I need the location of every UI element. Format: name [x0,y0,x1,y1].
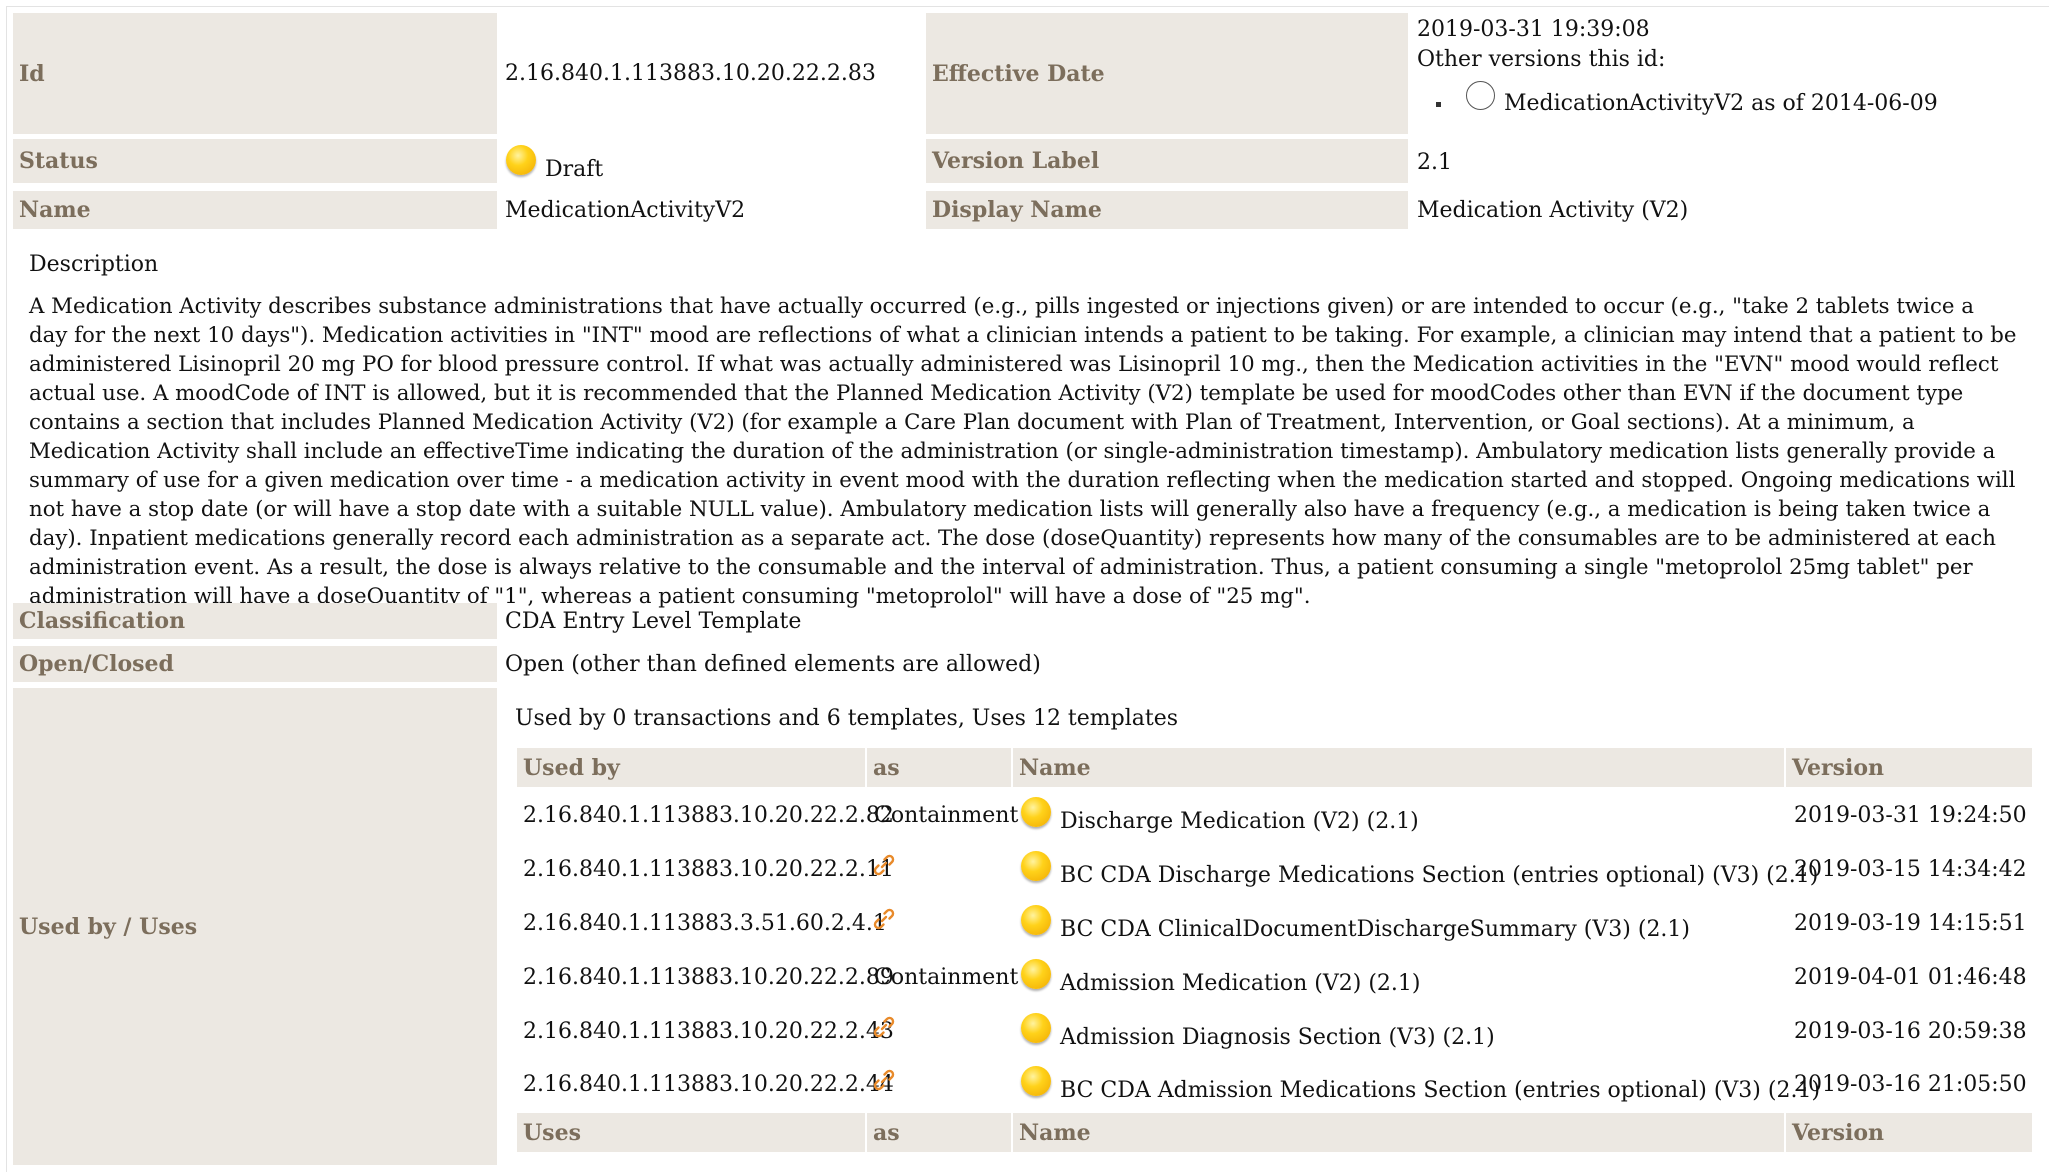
table-row-name-link[interactable]: BC CDA Admission Medications Section (en… [1060,1078,1820,1103]
uses-header-as: as [867,1113,1011,1152]
draft-status-icon [1021,1066,1051,1096]
description-heading: Description [29,252,159,277]
version-label-label: Version Label [926,139,1408,183]
table-row-id: 2.16.840.1.113883.10.20.22.2.89 [523,965,894,990]
classification-value: CDA Entry Level Template [505,609,802,634]
draft-status-icon [1021,851,1051,881]
link-icon[interactable] [872,853,896,877]
draft-status-icon [1021,905,1051,935]
open-closed-label: Open/Closed [13,646,497,682]
used-by-header-id: Used by [517,748,865,787]
other-version-link[interactable]: MedicationActivityV2 as of 2014-06-09 [1504,91,1938,116]
uses-header-name: Name [1013,1113,1784,1152]
draft-status-icon [1021,959,1051,989]
table-row-name-link[interactable]: Discharge Medication (V2) (2.1) [1060,809,1419,834]
description-text: A Medication Activity describes substanc… [29,294,2017,609]
table-row-id: 2.16.840.1.113883.10.20.22.2.43 [523,1019,894,1044]
used-by-uses-label: Used by / Uses [13,688,497,1165]
status-circle-icon [1466,81,1495,110]
used-by-summary: Used by 0 transactions and 6 templates, … [515,706,1179,731]
other-versions-label: Other versions this id: [1417,47,1666,72]
table-row-id: 2.16.840.1.113883.10.20.22.2.82 [523,803,894,828]
table-row-version: 2019-03-16 20:59:38 [1794,1019,2027,1044]
effective-date-label: Effective Date [926,13,1408,134]
version-label-value: 2.1 [1417,150,1452,175]
table-row-version: 2019-03-31 19:24:50 [1794,803,2027,828]
status-label: Status [13,139,497,183]
used-by-header-name: Name [1013,748,1784,787]
table-row-id: 2.16.840.1.113883.10.20.22.2.44 [523,1072,894,1097]
other-version-bullet [1436,102,1441,107]
display-name-value: Medication Activity (V2) [1417,198,1689,223]
link-icon[interactable] [872,1015,896,1039]
uses-header-version: Version [1786,1113,2032,1152]
draft-status-icon [1021,1013,1051,1043]
table-row-version: 2019-03-19 14:15:51 [1794,911,2027,936]
link-icon[interactable] [872,1068,896,1092]
table-row-name-link[interactable]: Admission Medication (V2) (2.1) [1060,971,1420,996]
table-row-name-link[interactable]: BC CDA ClinicalDocumentDischargeSummary … [1060,917,1690,942]
table-row-version: 2019-04-01 01:46:48 [1794,965,2027,990]
table-row-name-link[interactable]: BC CDA Discharge Medications Section (en… [1060,863,1818,888]
uses-header-id: Uses [517,1113,865,1152]
id-label: Id [13,13,497,134]
table-row-id: 2.16.840.1.113883.10.20.22.2.11 [523,857,894,882]
display-name-label: Display Name [926,191,1408,229]
table-row-as: Containment [874,965,1019,990]
classification-label: Classification [13,603,497,639]
name-label: Name [13,191,497,229]
status-value: Draft [545,157,604,182]
table-row-as: Containment [874,803,1019,828]
name-value: MedicationActivityV2 [505,198,746,223]
table-row-version: 2019-03-15 14:34:42 [1794,857,2027,882]
effective-date-value: 2019-03-31 19:39:08 [1417,17,1650,42]
draft-status-icon [1021,797,1051,827]
used-by-header-as: as [867,748,1011,787]
id-value: 2.16.840.1.113883.10.20.22.2.83 [505,61,876,86]
open-closed-value: Open (other than defined elements are al… [505,652,1041,677]
used-by-header-version: Version [1786,748,2032,787]
table-row-id: 2.16.840.1.113883.3.51.60.2.4.1 [523,911,887,936]
link-icon[interactable] [872,907,896,931]
draft-status-icon [506,145,536,175]
table-row-version: 2019-03-16 21:05:50 [1794,1072,2027,1097]
table-row-name-link[interactable]: Admission Diagnosis Section (V3) (2.1) [1060,1025,1495,1050]
